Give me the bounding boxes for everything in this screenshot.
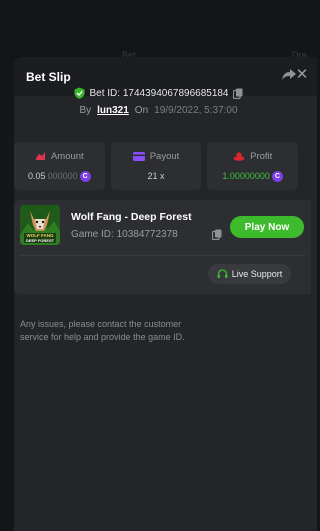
play-now-button[interactable]: Play Now bbox=[230, 216, 304, 238]
shield-check-icon bbox=[74, 87, 85, 99]
coin-icon: C bbox=[271, 170, 283, 182]
copy-icon[interactable] bbox=[232, 88, 243, 99]
by-label: By bbox=[79, 105, 92, 116]
headset-icon bbox=[217, 268, 228, 278]
on-label: On bbox=[134, 105, 149, 116]
game-name: Wolf Fang - Deep Forest bbox=[71, 211, 192, 223]
game-thumbnail[interactable]: WOLF FANG DEEP FOREST bbox=[20, 205, 60, 245]
bet-id-row: Bet ID: 1744394067896685184 bbox=[0, 87, 317, 99]
coin-icon: C bbox=[79, 170, 91, 182]
profit-stat: Profit 1.00000000 C bbox=[207, 142, 299, 190]
live-support-label: Live Support bbox=[231, 269, 283, 279]
amount-label: Amount bbox=[50, 150, 84, 162]
bet-meta-row: By lun321 On 19/9/2022, 5:37:00 bbox=[0, 105, 317, 116]
share-icon[interactable] bbox=[281, 66, 297, 82]
amount-stat: Amount 0.05 000000 C bbox=[14, 142, 105, 190]
username-link[interactable]: lun321 bbox=[97, 105, 129, 116]
modal-title: Bet Slip bbox=[26, 69, 71, 84]
payout-value: 21 x bbox=[147, 171, 165, 181]
background-header bbox=[0, 0, 317, 62]
divider bbox=[20, 255, 305, 256]
game-id: Game ID: 10384772378 bbox=[71, 229, 178, 240]
profit-label: Profit bbox=[250, 150, 273, 162]
amount-value-trailing: 000000 bbox=[47, 171, 78, 181]
bet-stats: Amount 0.05000000 C Payout 21 x Profit bbox=[14, 142, 299, 190]
bet-date: 19/9/2022, 5:37:00 bbox=[154, 105, 238, 116]
profit-value: 1.00000000 bbox=[222, 171, 270, 181]
payout-stat: Payout 21 x bbox=[110, 142, 202, 190]
live-support-button[interactable]: Live Support bbox=[208, 264, 291, 284]
card-icon bbox=[132, 152, 145, 161]
support-message: Any issues, please contact the customer … bbox=[20, 319, 185, 342]
game-thumb-subtitle: DEEP FOREST bbox=[25, 238, 55, 243]
amount-value: 0.05 bbox=[28, 171, 46, 181]
payout-label: Payout bbox=[149, 151, 180, 162]
bet-slip-modal: Bet Slip ✕ bbox=[14, 57, 317, 531]
copy-icon[interactable] bbox=[212, 229, 222, 240]
close-icon[interactable]: ✕ bbox=[295, 67, 309, 82]
bet-id: Bet ID: 1744394067896685184 bbox=[89, 87, 229, 99]
profit-icon bbox=[233, 151, 245, 161]
money-icon bbox=[35, 152, 45, 160]
